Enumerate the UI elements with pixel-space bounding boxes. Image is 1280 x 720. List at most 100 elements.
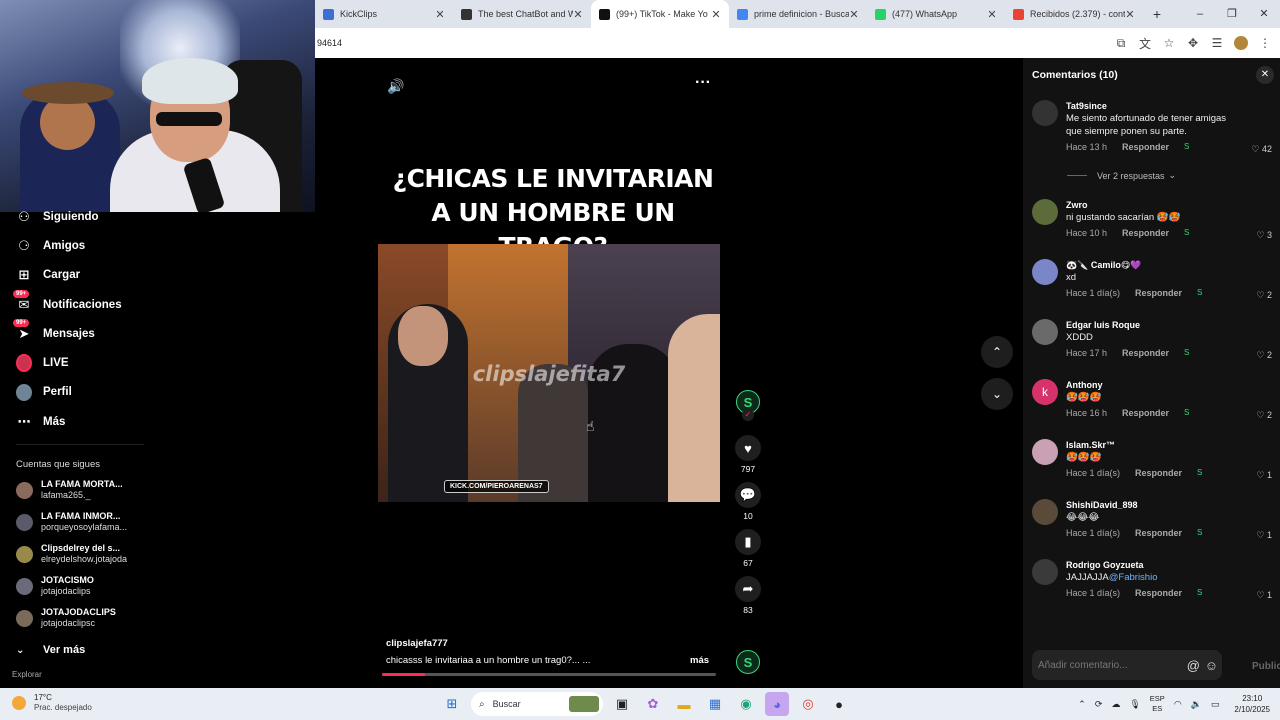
comment-user[interactable]: Anthony: [1066, 379, 1236, 391]
avatar[interactable]: k: [1032, 379, 1058, 405]
avatar[interactable]: [1032, 499, 1058, 525]
tab-close-icon[interactable]: ✕: [1125, 8, 1135, 21]
reply-button[interactable]: Responder: [1135, 528, 1182, 538]
next-video-button[interactable]: ⌄: [981, 378, 1013, 410]
browser-tab[interactable]: (477) WhatsApp ✕: [867, 0, 1005, 28]
comment-user[interactable]: Edgar luis Roque: [1066, 319, 1236, 331]
avatar[interactable]: [1032, 199, 1058, 225]
video-progress-bar[interactable]: [382, 673, 716, 676]
comment-user[interactable]: Zwro: [1066, 199, 1236, 211]
weather-widget[interactable]: 17°C Prac. despejado: [12, 693, 92, 713]
file-explorer-icon[interactable]: ▬: [672, 692, 696, 716]
comment-mention[interactable]: @Fabrishio: [1109, 572, 1158, 583]
heart-icon[interactable]: ♥: [735, 435, 761, 461]
reply-button[interactable]: Responder: [1135, 588, 1182, 598]
previous-video-button[interactable]: ⌃: [981, 336, 1013, 368]
browser-tab[interactable]: prime definicion - Buscar ✕: [729, 0, 867, 28]
store-icon[interactable]: ▦: [703, 692, 727, 716]
emoji-icon[interactable]: ☺: [1205, 658, 1218, 673]
save-action[interactable]: ▮ 67: [733, 529, 763, 568]
new-tab-button[interactable]: +: [1147, 6, 1167, 22]
comment-user[interactable]: ShishiDavid_898: [1066, 499, 1236, 511]
comment-like-button[interactable]: ♡ 1: [1256, 590, 1272, 601]
followed-account[interactable]: JOTACISMO jotajodaclips: [0, 570, 160, 602]
comment-action[interactable]: 💬 10: [733, 482, 763, 521]
volume-icon[interactable]: 🔊: [387, 78, 404, 95]
video-frame[interactable]: clipslajefita7 KICK.COM/PIEROARENAS7: [378, 244, 720, 502]
sidebar-item-siguiendo[interactable]: ⚇ Siguiendo: [0, 202, 160, 231]
profile-avatar-icon[interactable]: [1234, 36, 1248, 50]
like-action[interactable]: ♥ 797: [733, 435, 763, 474]
followed-account[interactable]: JOTAJODACLIPS jotajodaclipsc: [0, 602, 160, 634]
close-window-button[interactable]: ✕: [1248, 0, 1280, 28]
comment-like-button[interactable]: ♡ 3: [1256, 230, 1272, 241]
followed-account[interactable]: Clipsdelrey del s... elreydelshow.jotajod…: [0, 538, 160, 570]
tab-close-icon[interactable]: ✕: [849, 8, 859, 21]
comment-icon[interactable]: 💬: [735, 482, 761, 508]
avatar[interactable]: [1032, 259, 1058, 285]
tab-close-icon[interactable]: ✕: [987, 8, 997, 21]
translate-icon[interactable]: 文: [1138, 35, 1152, 52]
comment-input[interactable]: Añadir comentario... @ ☺: [1032, 650, 1222, 680]
tab-close-icon[interactable]: ✕: [573, 8, 583, 21]
copilot-icon[interactable]: ✿: [641, 692, 665, 716]
tab-close-icon[interactable]: ✕: [711, 8, 721, 21]
url-text[interactable]: 94614: [317, 38, 342, 48]
see-more-button[interactable]: ⌄ Ver más: [0, 636, 160, 664]
sidebar-item-cargar[interactable]: ⊞ Cargar: [0, 261, 160, 290]
chrome-icon[interactable]: ◎: [796, 692, 820, 716]
share-action[interactable]: ➦ 83: [733, 576, 763, 615]
cast-icon[interactable]: ⧉: [1114, 36, 1128, 51]
tray-chevron-up-icon[interactable]: ⌃: [1078, 699, 1086, 710]
clock[interactable]: 23:10 2/10/2025: [1234, 693, 1270, 715]
browser-tab[interactable]: Recibidos (2.379) - conta ✕: [1005, 0, 1143, 28]
mic-icon[interactable]: 🎙: [1129, 699, 1140, 710]
follow-check-icon[interactable]: ✓: [742, 409, 754, 421]
avatar[interactable]: [1032, 439, 1058, 465]
reply-button[interactable]: Responder: [1135, 468, 1182, 478]
browser-tab[interactable]: (99+) TikTok - Make Yo ✕: [591, 0, 729, 28]
reply-button[interactable]: Responder: [1122, 142, 1169, 152]
obs-icon[interactable]: ●: [827, 692, 851, 716]
reply-button[interactable]: Responder: [1122, 348, 1169, 358]
comment-like-button[interactable]: ♡ 2: [1256, 290, 1272, 301]
comment-like-button[interactable]: ♡ 1: [1256, 470, 1272, 481]
minimize-button[interactable]: –: [1184, 0, 1216, 28]
comment-user[interactable]: 🐼🔪 Camilo😋💜: [1066, 259, 1236, 271]
mention-icon[interactable]: @: [1187, 658, 1200, 673]
bookmark-star-icon[interactable]: ☆: [1162, 36, 1176, 50]
onedrive-icon[interactable]: ☁: [1111, 699, 1120, 710]
avatar[interactable]: [1032, 319, 1058, 345]
close-comments-button[interactable]: ✕: [1256, 66, 1274, 84]
maximize-button[interactable]: ❐: [1216, 0, 1248, 28]
tray-app-icon[interactable]: ⟳: [1095, 699, 1103, 710]
avatar[interactable]: [1032, 100, 1058, 126]
comment-user[interactable]: Tat9since: [1066, 100, 1236, 112]
browser-tab[interactable]: KickClips ✕: [315, 0, 453, 28]
language-indicator[interactable]: ESP ES: [1150, 694, 1165, 714]
reading-list-icon[interactable]: ☰: [1210, 36, 1224, 50]
comment-like-button[interactable]: ♡ 42: [1251, 144, 1272, 155]
music-disc-avatar[interactable]: S: [736, 650, 760, 674]
browser-tab[interactable]: The best ChatBot and Wi ✕: [453, 0, 591, 28]
menu-kebab-icon[interactable]: ⋮: [1258, 36, 1272, 50]
bookmark-icon[interactable]: ▮: [735, 529, 761, 555]
publish-button[interactable]: Publicar: [1252, 661, 1280, 672]
comment-like-button[interactable]: ♡ 2: [1256, 350, 1272, 361]
sidebar-item-amigos[interactable]: ⚆ Amigos: [0, 231, 160, 260]
address-bar[interactable]: 94614 ⧉ 文 ☆ ✥ ☰ ⋮: [315, 28, 1280, 58]
avatar[interactable]: [1032, 559, 1058, 585]
reply-button[interactable]: Responder: [1122, 228, 1169, 238]
reply-button[interactable]: Responder: [1135, 288, 1182, 298]
more-options-icon[interactable]: ···: [695, 74, 711, 92]
sidebar-item-mensajes[interactable]: ➤ 99+ Mensajes: [0, 318, 160, 348]
view-replies-button[interactable]: Ver 2 respuestas ⌄: [1067, 170, 1176, 181]
sidebar-item-perfil[interactable]: Perfil: [0, 378, 160, 407]
tab-close-icon[interactable]: ✕: [435, 8, 445, 21]
sidebar-item-notificaciones[interactable]: ✉ 99+ Notificaciones: [0, 289, 160, 319]
followed-account[interactable]: LA FAMA MORTA... lafama265._: [0, 474, 160, 506]
speaker-icon[interactable]: 🔉: [1191, 699, 1202, 710]
followed-account[interactable]: LA FAMA INMOR... porqueyosoylafama...: [0, 506, 160, 538]
reply-button[interactable]: Responder: [1122, 408, 1169, 418]
comment-user[interactable]: Islam.Skr™: [1066, 439, 1236, 451]
